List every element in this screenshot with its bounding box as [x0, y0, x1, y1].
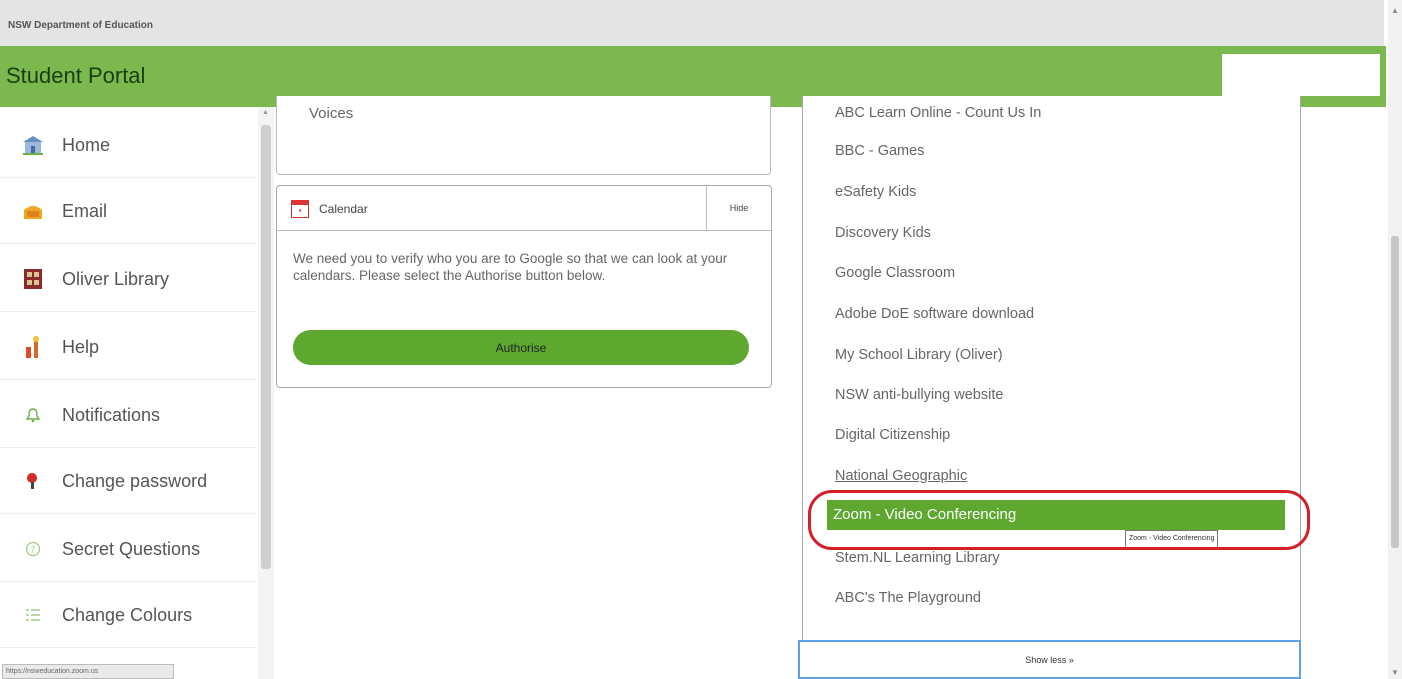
- scrollbar-thumb[interactable]: [1391, 236, 1399, 548]
- sidebar-item-change-password[interactable]: Change password: [0, 449, 256, 514]
- link-item[interactable]: National Geographic: [835, 468, 967, 484]
- link-item[interactable]: eSafety Kids: [835, 184, 916, 200]
- link-item[interactable]: ABC's The Playground: [835, 590, 981, 606]
- bell-icon: [22, 404, 44, 426]
- sidebar-item-label: Change Colours: [62, 604, 193, 625]
- link-item[interactable]: BBC - Games: [835, 143, 924, 159]
- link-item[interactable]: Digital Citizenship: [835, 427, 950, 443]
- search-input[interactable]: [1222, 54, 1380, 96]
- sidebar-item-label: Notifications: [62, 404, 161, 425]
- voices-link[interactable]: Voices: [309, 105, 353, 122]
- link-item[interactable]: ABC Learn Online - Count Us In: [835, 105, 1041, 121]
- sidebar-scrollbar[interactable]: ▲: [258, 107, 274, 679]
- hide-button[interactable]: Hide: [706, 186, 771, 230]
- sidebar-item-label: Oliver Library: [62, 268, 170, 289]
- sidebar-item-help[interactable]: Help: [0, 315, 256, 380]
- red-annotation-ring: [808, 490, 1310, 550]
- top-bar: NSW Department of Education: [0, 0, 1384, 46]
- page-scrollbar[interactable]: ▲ ▼: [1388, 0, 1402, 679]
- department-label: NSW Department of Education: [8, 20, 154, 31]
- sidebar-item-label: Email: [62, 200, 108, 221]
- page-title: Student Portal: [6, 63, 146, 88]
- calendar-widget: ▪ Calendar Hide We need you to verify wh…: [276, 185, 772, 388]
- sidebar-item-notifications[interactable]: Notifications: [0, 383, 256, 448]
- status-bar-url: https://nsweducation.zoom.us: [2, 664, 174, 679]
- calendar-icon: ▪: [291, 200, 309, 218]
- calendar-title: Calendar: [319, 202, 368, 216]
- key-icon: [22, 470, 44, 492]
- scroll-down-arrow-icon[interactable]: ▼: [1391, 668, 1399, 677]
- sidebar-item-change-colours[interactable]: Change Colours: [0, 583, 256, 648]
- sidebar-item-oliver-library[interactable]: Oliver Library: [0, 247, 256, 312]
- authorise-button[interactable]: Authorise: [293, 330, 749, 365]
- scroll-up-arrow-icon[interactable]: ▲: [262, 109, 269, 116]
- link-item[interactable]: Google Classroom: [835, 265, 955, 281]
- sidebar-item-secret-questions[interactable]: ? Secret Questions: [0, 517, 256, 582]
- voices-widget: Voices: [276, 96, 771, 175]
- sidebar-item-email[interactable]: Email: [0, 179, 256, 244]
- question-circle-icon: ?: [22, 538, 44, 560]
- school-building-icon: [22, 134, 44, 156]
- link-item[interactable]: My School Library (Oliver): [835, 347, 1003, 363]
- svg-text:?: ?: [31, 546, 36, 556]
- mailbox-icon: [22, 200, 44, 222]
- calendar-message: We need you to verify who you are to Goo…: [293, 251, 728, 283]
- show-less-button[interactable]: Show less »: [798, 640, 1301, 679]
- sidebar-item-label: Help: [62, 336, 100, 357]
- scroll-up-arrow-icon[interactable]: ▲: [1391, 6, 1399, 15]
- link-item[interactable]: Discovery Kids: [835, 225, 931, 241]
- help-icon: [22, 336, 44, 358]
- book-icon: [22, 268, 44, 290]
- link-item[interactable]: Stem.NL Learning Library: [835, 550, 1000, 566]
- links-panel: ABC Learn Online - Count Us In BBC - Gam…: [802, 96, 1301, 644]
- sidebar: Home Email Oliver Library Help Notificat…: [0, 107, 256, 679]
- sidebar-item-label: Secret Questions: [62, 538, 201, 559]
- palette-icon: [22, 604, 44, 626]
- link-item[interactable]: NSW anti-bullying website: [835, 387, 1003, 403]
- calendar-header: ▪ Calendar Hide: [277, 186, 771, 231]
- sidebar-item-home[interactable]: Home: [0, 113, 256, 178]
- link-item[interactable]: Adobe DoE software download: [835, 306, 1034, 322]
- scrollbar-thumb[interactable]: [261, 125, 271, 569]
- sidebar-item-label: Home: [62, 134, 111, 155]
- sidebar-item-label: Change password: [62, 470, 208, 491]
